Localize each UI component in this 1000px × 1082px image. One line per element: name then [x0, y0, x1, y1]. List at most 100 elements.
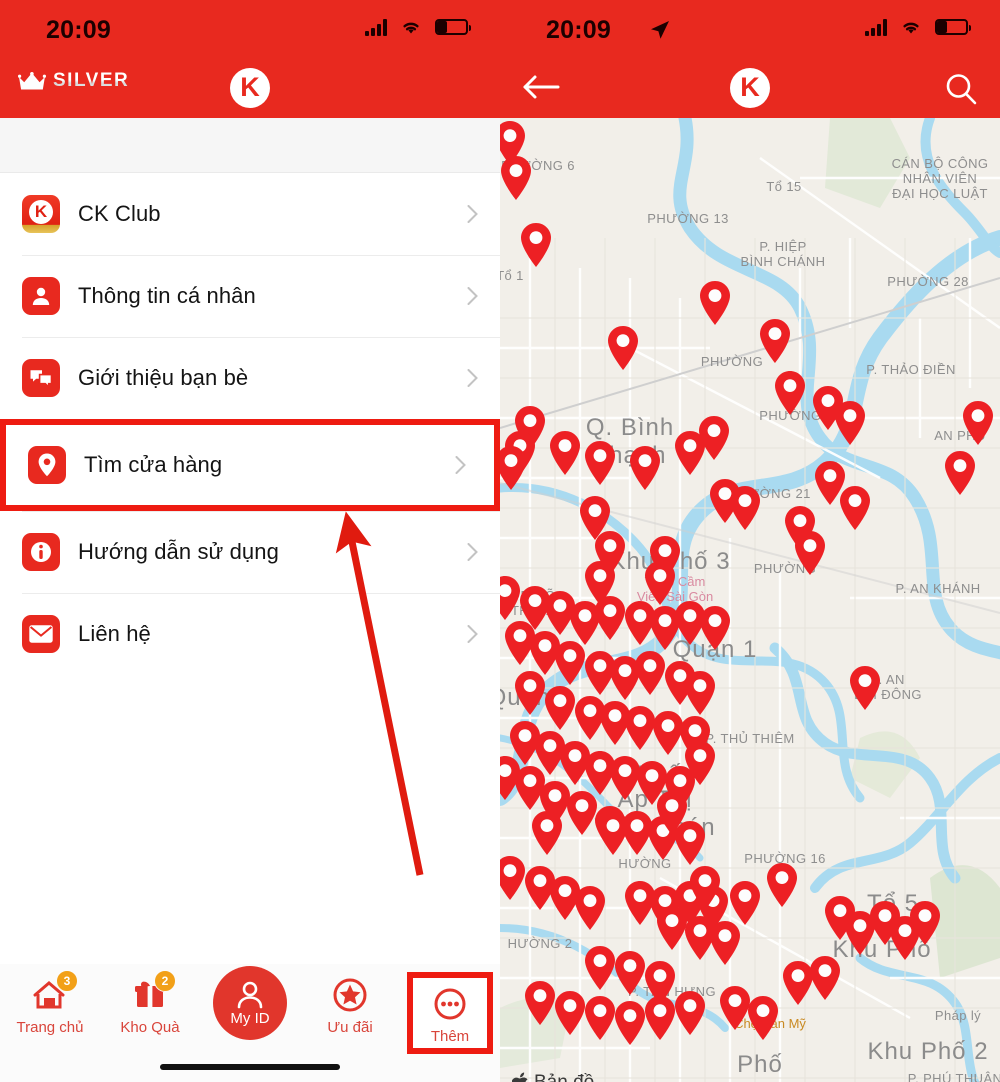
map-store-pin[interactable] [773, 370, 807, 416]
map-attribution: Bản đồ [512, 1072, 594, 1082]
apple-logo-icon [512, 1072, 528, 1082]
crown-icon [18, 71, 46, 89]
map-store-pin[interactable] [908, 900, 942, 946]
map-store-pin[interactable] [793, 530, 827, 576]
map-store-pin[interactable] [500, 155, 533, 201]
attribution-label: Bản đồ [534, 1072, 594, 1082]
map-label: Pháp lý [934, 1008, 982, 1023]
status-time: 20:09 [546, 16, 611, 44]
tab-offers[interactable]: Ưu đãi [300, 972, 400, 1036]
map-store-pin[interactable] [808, 955, 842, 1001]
menu-item-contact[interactable]: Liên hệ [0, 593, 500, 675]
home-icon: 3 [30, 970, 78, 1018]
map-label: Khu Phố 2 [867, 1038, 989, 1065]
brand-logo-icon[interactable]: K [730, 68, 770, 108]
map-store-pin[interactable] [683, 670, 717, 716]
battery-icon [935, 19, 971, 35]
gift-icon: 2 [132, 970, 176, 1018]
tab-label: Thêm [430, 1028, 470, 1045]
menu-item-label: CK Club [78, 201, 161, 226]
map-store-pin[interactable] [708, 920, 742, 966]
cellular-signal-icon [365, 18, 387, 36]
top-nav-right: K [500, 56, 1000, 118]
chevron-right-icon [455, 456, 466, 474]
menu-item-find-store[interactable]: Tìm cửa hàng [0, 419, 500, 511]
ellipsis-circle-icon [432, 981, 468, 1027]
map-store-pin[interactable] [683, 740, 717, 786]
menu-item-personal-info[interactable]: Thông tin cá nhân [0, 255, 500, 337]
map-store-pin[interactable] [500, 445, 528, 491]
map-label: P. PHÚ THUẬN [907, 1071, 1000, 1082]
map-store-pin[interactable] [833, 400, 867, 446]
menu-item-label: Liên hệ [78, 621, 151, 646]
map-store-pin[interactable] [519, 222, 553, 268]
menu-item-ck-club[interactable]: K CK Club [0, 173, 500, 255]
map-store-pin[interactable] [583, 945, 617, 991]
tab-home[interactable]: 3 Trang chủ [0, 970, 100, 1036]
search-icon[interactable] [944, 72, 978, 106]
map-pin-icon [28, 446, 66, 484]
map-store-pin[interactable] [596, 810, 630, 856]
person-icon [237, 981, 263, 1008]
tab-gift-store[interactable]: 2 Kho Quà [100, 970, 200, 1036]
menu-item-user-guide[interactable]: Hướng dẫn sử dụng [0, 511, 500, 593]
map-store-pin[interactable] [593, 595, 627, 641]
map-store-pin[interactable] [543, 685, 577, 731]
map-label: CÁN BỘ CÔNG NHÂN VIÊN ĐẠI HỌC LUẬT [891, 156, 989, 201]
brand-logo-icon[interactable]: K [230, 68, 270, 108]
map-store-pin[interactable] [943, 450, 977, 496]
map-store-pin[interactable] [553, 990, 587, 1036]
menu-item-refer-friends[interactable]: Giới thiệu bạn bè [0, 337, 500, 419]
map-store-pin[interactable] [523, 980, 557, 1026]
tier-label: SILVER [53, 70, 130, 91]
map-store-pin[interactable] [698, 280, 732, 326]
map-store-pin[interactable] [655, 790, 689, 836]
menu-list: K CK Club Thông tin cá nhân Giới thiệu b… [0, 173, 500, 675]
map-store-pin[interactable] [583, 995, 617, 1041]
tab-my-id[interactable]: My ID [200, 966, 300, 1040]
tab-label: My ID [230, 1009, 270, 1027]
map-store-pin[interactable] [688, 865, 722, 911]
map-store-pin[interactable] [961, 400, 995, 446]
map-store-pin[interactable] [553, 640, 587, 686]
map-store-pin[interactable] [606, 325, 640, 371]
map-store-pin[interactable] [530, 810, 564, 856]
back-arrow-icon[interactable] [522, 74, 560, 100]
map-label: P. AN KHÁNH [895, 581, 981, 596]
map-store-pin[interactable] [673, 990, 707, 1036]
menu-item-label: Hướng dẫn sử dụng [78, 539, 279, 564]
store-locator-map[interactable]: PHƯỜNG 6 PHƯỜNG 13 Tổ 15 CÁN BỘ CÔNG NHÂN V… [500, 118, 1000, 1082]
map-store-pin[interactable] [643, 995, 677, 1041]
map-label: P. HIỆP BÌNH CHÁNH [740, 239, 826, 269]
map-label: P. THẢO ĐIỀN [866, 362, 956, 377]
map-store-pin[interactable] [728, 485, 762, 531]
map-store-pin[interactable] [765, 862, 799, 908]
map-label: PHƯỜNG [700, 354, 764, 369]
map-label: Phố [737, 1051, 783, 1078]
map-store-pin[interactable] [548, 430, 582, 476]
map-store-pin[interactable] [613, 1000, 647, 1046]
map-store-pin[interactable] [838, 485, 872, 531]
status-indicators [865, 18, 971, 36]
cellular-signal-icon [865, 18, 887, 36]
map-store-pin[interactable] [573, 885, 607, 931]
map-store-pin[interactable] [513, 670, 547, 716]
map-store-pin[interactable] [613, 950, 647, 996]
tab-more[interactable]: Thêm [400, 972, 500, 1054]
map-store-pin[interactable] [583, 440, 617, 486]
map-store-pin[interactable] [698, 605, 732, 651]
map-store-pin[interactable] [848, 665, 882, 711]
map-store-pin[interactable] [746, 995, 780, 1041]
home-indicator [160, 1064, 340, 1070]
map-store-pin[interactable] [633, 650, 667, 696]
app-root: 20:09 SILVER K K CK Club Thông tin cá nh… [0, 0, 1000, 1082]
map-label: Tổ 15 [766, 179, 802, 194]
map-store-pin[interactable] [758, 318, 792, 364]
info-icon [22, 533, 60, 571]
tab-label: Ưu đãi [327, 1019, 373, 1036]
membership-tier-badge[interactable]: SILVER [18, 70, 129, 92]
wifi-icon [403, 22, 419, 34]
map-store-pin[interactable] [697, 415, 731, 461]
map-store-pin[interactable] [628, 445, 662, 491]
star-circle-icon [331, 972, 369, 1018]
